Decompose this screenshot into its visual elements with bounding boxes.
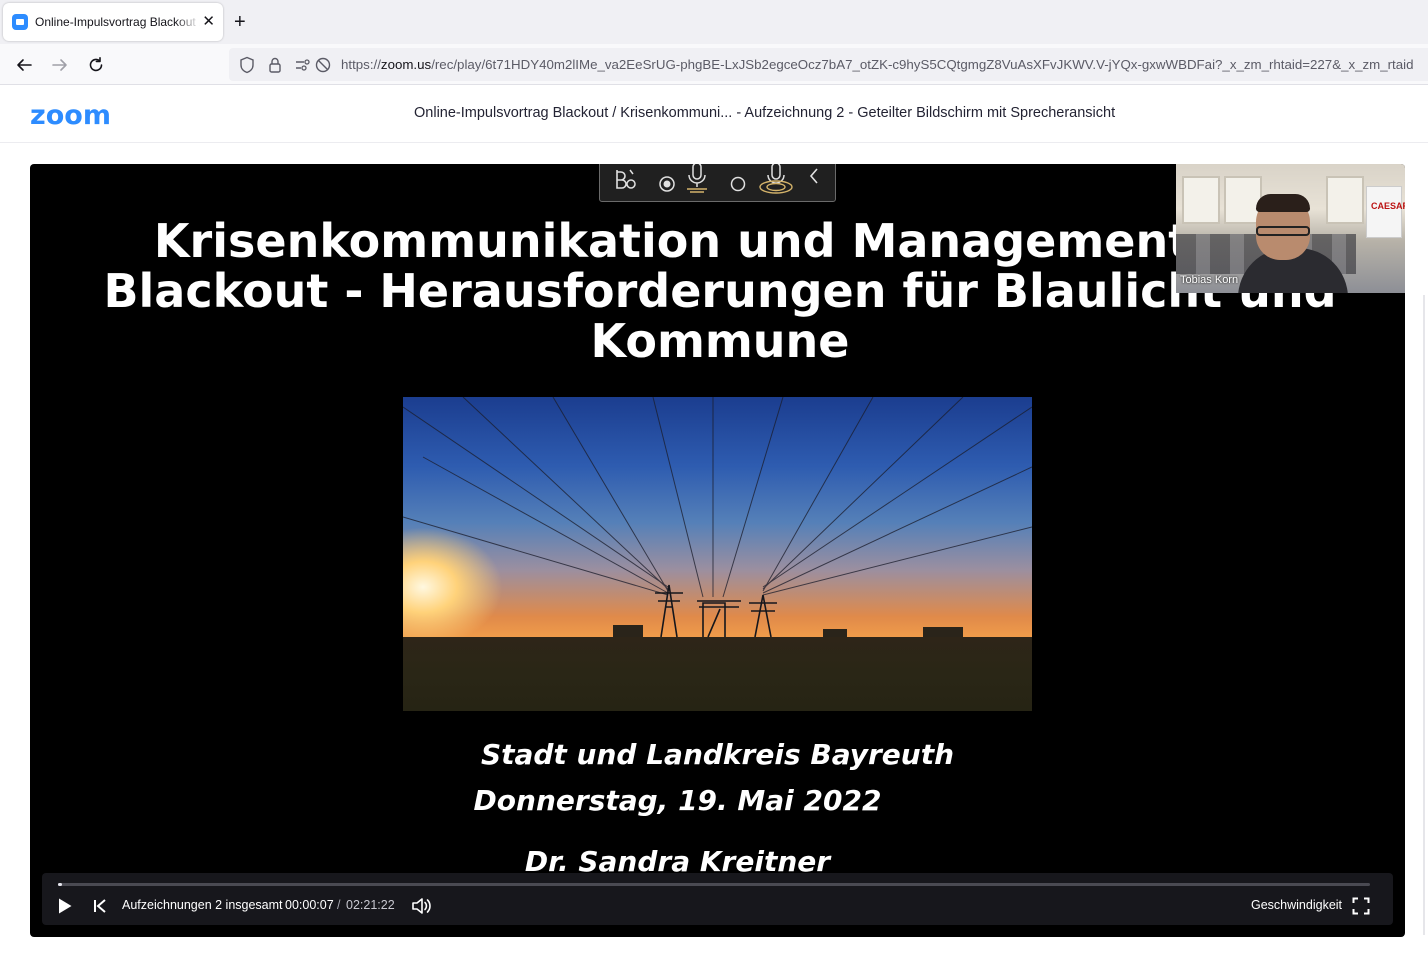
broadcast-mic-icon [756,164,796,194]
url-text[interactable]: https://zoom.us/rec/play/6t71HDY40m2lIMe… [341,57,1428,72]
slide-logo-icon [612,165,640,195]
recording-title: Online-Impulsvortrag Blackout / Krisenko… [414,105,1116,121]
permissions-icon[interactable] [293,55,313,75]
reload-icon[interactable] [84,53,108,77]
caesar-banner: CAESAR [1366,186,1405,238]
tracking-blocked-icon[interactable] [313,55,333,75]
player-controls: Aufzeichnungen 2 insgesamt 00:00:07 / 02… [42,873,1393,925]
room-window [1182,176,1220,224]
slide-title-line-1: Krisenkommunikation und Management bei [153,214,1287,268]
slide-date: Donnerstag, 19. Mai 2022 [473,784,882,817]
address-bar[interactable]: https://zoom.us/rec/play/6t71HDY40m2lIMe… [229,48,1428,81]
tab-close-icon[interactable]: ✕ [202,13,215,31]
speaker-name-label: Tobias Korn [1180,274,1239,286]
speaker-hair [1256,194,1310,212]
zoom-header: zoom Online-Impulsvortrag Blackout / Kri… [0,86,1428,143]
power-lines-sunset-photo [403,397,1032,711]
page-scroll-edge [1423,295,1425,935]
playback-speed-button[interactable]: Geschwindigkeit [1251,898,1342,912]
browser-tab-strip: Online-Impulsvortrag Blackout / Krisenko… [0,0,1428,44]
volume-icon[interactable] [410,895,434,917]
room-window [1326,176,1364,224]
microphone-icon [682,164,712,193]
speaker-video-thumbnail[interactable]: CAESAR Tobias Korn [1176,164,1405,293]
total-time: 02:21:22 [346,898,395,912]
progress-bar[interactable] [58,883,1370,886]
zoom-logo[interactable]: zoom [30,100,111,131]
slide-title: Krisenkommunikation und Management bei B… [90,216,1350,366]
forward-icon[interactable] [48,53,72,77]
tab-title: Online-Impulsvortrag Blackout / Krisenko… [35,15,200,29]
speaker-glasses [1256,226,1310,236]
skip-back-icon[interactable] [90,895,110,917]
back-icon[interactable] [12,53,36,77]
slide-title-line-3: Kommune [590,314,850,368]
shield-icon[interactable] [237,55,257,75]
annotation-toolbar [599,164,836,202]
circle-outline-icon [726,169,750,199]
time-separator: / [337,898,341,912]
progress-fill [58,883,62,886]
new-tab-icon[interactable]: + [234,10,246,34]
slide-location: Stadt und Landkreis Bayreuth [480,738,955,771]
browser-nav-bar: https://zoom.us/rec/play/6t71HDY40m2lIMe… [0,44,1428,85]
zoom-favicon-icon [12,14,28,30]
lock-icon[interactable] [265,55,285,75]
field-ground [403,637,1032,711]
fullscreen-icon[interactable] [1350,895,1372,917]
record-dot-icon [654,169,680,199]
current-time: 00:00:07 [285,898,334,912]
play-icon[interactable] [54,895,76,917]
recordings-count-label[interactable]: Aufzeichnungen 2 insgesamt [122,898,283,912]
slide-title-line-2: Blackout - Herausforderungen für Blaulic… [103,264,1337,318]
browser-tab[interactable]: Online-Impulsvortrag Blackout / Krisenko… [3,3,223,41]
chevron-left-icon [804,164,824,191]
video-player[interactable]: Krisenkommunikation und Management bei B… [30,164,1405,937]
